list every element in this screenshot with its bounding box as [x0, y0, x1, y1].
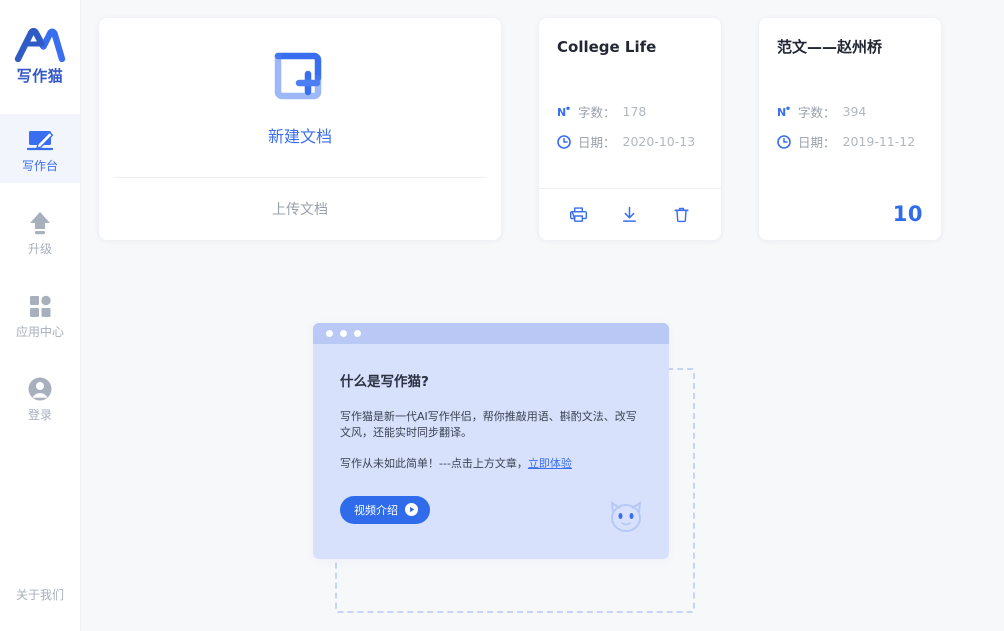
word-count-label: 字数： [578, 105, 616, 120]
promo-window-titlebar [313, 323, 669, 344]
promo-window: 什么是写作猫? 写作猫是新一代AI写作伴侣，帮你推敲用语、斟酌文法、改写文风，还… [313, 323, 669, 559]
window-dot-minimize-icon [340, 330, 347, 337]
app-center-grid-icon [26, 292, 54, 320]
promo-window-body: 什么是写作猫? 写作猫是新一代AI写作伴侣，帮你推敲用语、斟酌文法、改写文风，还… [313, 344, 669, 559]
play-icon [405, 503, 418, 517]
promo-paragraph-2: 写作从未如此简单！---点击上方文章，立即体验 [340, 456, 640, 472]
date-row: 日期： 2019-11-12 [777, 131, 923, 153]
sidebar-item-label: 登录 [27, 407, 52, 422]
document-actions [539, 188, 721, 240]
sidebar-item-label: 升级 [27, 241, 52, 256]
word-count-label: 字数： [798, 105, 836, 120]
document-meta: N 字数： 394 日期： 2019-11-12 [777, 101, 923, 153]
user-account-icon [26, 375, 54, 403]
sidebar: 写作猫 写作台 升级 应用中心 登录 关于我们 [0, 0, 81, 631]
svg-text:N: N [557, 106, 566, 119]
word-count-row: N 字数： 394 [777, 101, 923, 123]
window-dot-maximize-icon [354, 330, 361, 337]
create-document-button[interactable]: 新建文档 [99, 18, 501, 177]
document-count-badge: 10 [892, 202, 923, 226]
writing-desk-icon [26, 126, 54, 154]
upgrade-arrow-icon [26, 209, 54, 237]
clock-icon [777, 134, 791, 149]
video-intro-label: 视频介绍 [354, 503, 398, 517]
date-label: 日期： [798, 135, 836, 150]
trash-icon [672, 205, 691, 224]
date-value: 2019-11-12 [842, 134, 916, 149]
document-meta: N 字数： 178 日期： 2020-10-13 [557, 101, 703, 153]
promo-paragraph-2-text: 写作从未如此简单！---点击上方文章， [340, 457, 528, 471]
app-root: 写作猫 写作台 升级 应用中心 登录 关于我们 新建文档 上传文档 Colleg… [0, 0, 1004, 631]
document-card[interactable]: 范文——赵州桥 N 字数： 394 日期： 2019-11-12 10 [759, 18, 941, 240]
clock-icon [557, 134, 571, 149]
delete-button[interactable] [669, 203, 693, 227]
promo-paragraph-1: 写作猫是新一代AI写作伴侣，帮你推敲用语、斟酌文法、改写文风，还能实时同步翻译。 [340, 410, 637, 439]
sidebar-item-app-center[interactable]: 应用中心 [0, 280, 80, 349]
new-document-plus-icon [270, 48, 330, 108]
document-title[interactable]: College Life [557, 38, 703, 58]
document-card-body: College Life N 字数： 178 日期： 2020-10-13 [539, 18, 721, 188]
download-button[interactable] [618, 203, 642, 227]
video-intro-button[interactable]: 视频介绍 [340, 495, 430, 524]
sidebar-nav: 写作台 升级 应用中心 登录 [0, 114, 80, 432]
word-count-icon: N [557, 105, 571, 119]
word-count-icon: N [777, 105, 791, 119]
upload-document-label: 上传文档 [272, 202, 328, 218]
sidebar-about-us[interactable]: 关于我们 [0, 586, 80, 603]
promo-banner: 什么是写作猫? 写作猫是新一代AI写作伴侣，帮你推敲用语、斟酌文法、改写文风，还… [313, 323, 933, 623]
new-document-card: 新建文档 上传文档 [99, 18, 501, 240]
brand-name: 写作猫 [16, 67, 64, 85]
new-document-label: 新建文档 [267, 127, 332, 146]
upload-document-button[interactable]: 上传文档 [99, 178, 501, 240]
sidebar-item-writing-desk[interactable]: 写作台 [0, 114, 80, 183]
date-row: 日期： 2020-10-13 [557, 131, 703, 153]
brand-logo[interactable]: 写作猫 [0, 0, 80, 86]
promo-try-now-link[interactable]: 立即体验 [528, 457, 572, 470]
download-icon [620, 205, 639, 224]
date-value: 2020-10-13 [622, 134, 696, 149]
word-count-row: N 字数： 178 [557, 101, 703, 123]
word-count-value: 178 [622, 104, 647, 119]
sidebar-item-label: 写作台 [21, 158, 58, 173]
sidebar-item-upgrade[interactable]: 升级 [0, 197, 80, 266]
ai-cat-logo-icon [14, 28, 66, 62]
date-label: 日期： [578, 135, 616, 150]
word-count-value: 394 [842, 104, 867, 119]
print-icon [569, 205, 588, 224]
document-card[interactable]: College Life N 字数： 178 日期： 2020-10-13 [539, 18, 721, 240]
document-title[interactable]: 范文——赵州桥 [777, 38, 923, 58]
sidebar-item-label: 应用中心 [15, 324, 64, 339]
print-button[interactable] [567, 203, 591, 227]
promo-title: 什么是写作猫? [340, 374, 429, 390]
main-content: 新建文档 上传文档 College Life N 字数： 178 日期： 202… [81, 0, 1004, 631]
svg-text:N: N [777, 106, 786, 119]
window-dot-close-icon [326, 330, 333, 337]
sidebar-item-login[interactable]: 登录 [0, 363, 80, 432]
document-cards-row: 新建文档 上传文档 College Life N 字数： 178 日期： 202… [99, 18, 941, 240]
